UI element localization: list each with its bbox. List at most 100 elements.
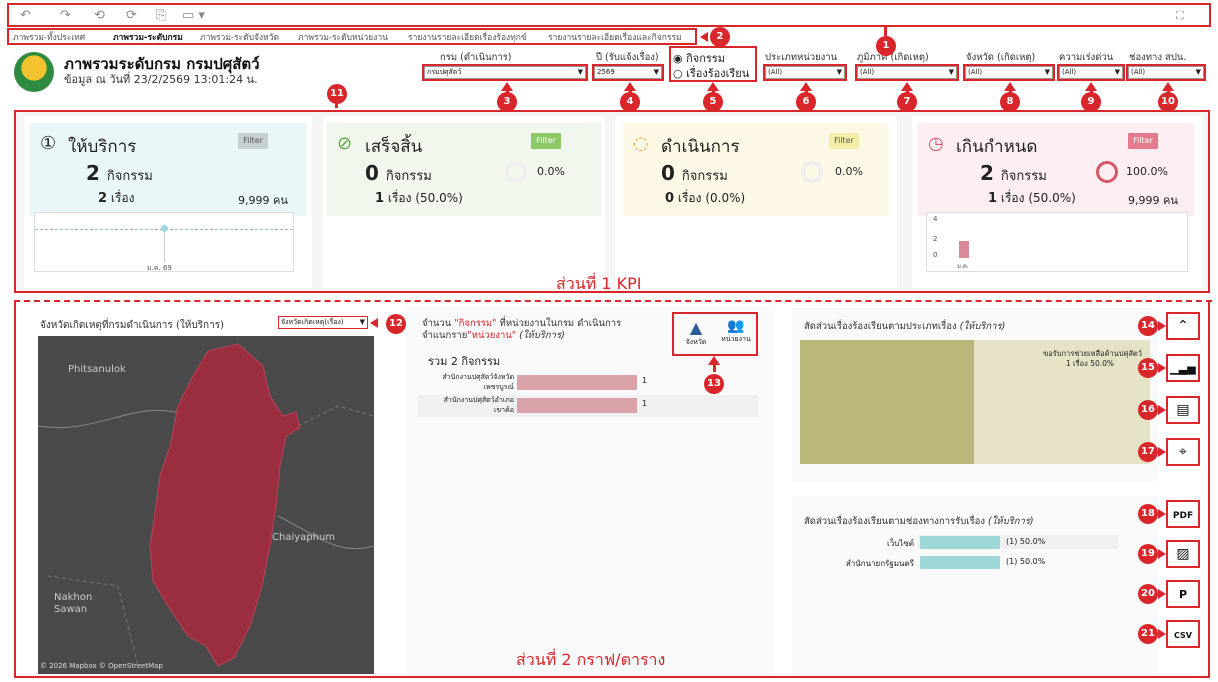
redo-icon[interactable]: ↷ [60,8,71,23]
fullscreen-icon[interactable]: ⛶ [1176,9,1184,23]
dept-filter-label: กรม (ดำเนินการ) [440,52,512,63]
units-title-part1: จำนวน [422,318,455,329]
tab-activity-report[interactable]: รายงานรายละเอียดเรื่องและกิจกรรม [548,30,682,44]
year-filter-label: ปี (รับแจ้งเรื่อง) [596,52,659,63]
arrow-14 [1158,321,1166,331]
kpi-overdue-filter-button[interactable]: Filter [1128,133,1158,149]
kpi-overdue-count-value: 2 [980,161,994,185]
undo-icon[interactable]: ↶ [20,8,31,23]
kpi-done-count-value: 0 [365,161,379,185]
kpi-overdue-stories-pct: (50.0%) [1028,191,1076,205]
csv-export-button[interactable]: CSV [1166,620,1200,648]
kpi-progress-stories: 0 เรื่อง (0.0%) [665,189,745,208]
tab-complaint-report[interactable]: รายงานรายละเอียดเรื่องร้องทุกข์ [408,30,527,44]
location-list-button[interactable]: ⌖ [1166,438,1200,466]
revert-icon[interactable]: ⟲ [94,8,105,23]
kpi-service-filter-button[interactable]: Filter [238,133,268,149]
sparkline-axis-label: ม.ค. 69 [147,264,172,272]
more-icon[interactable]: ▭ ▾ [182,8,205,23]
badge-15: 15 [1138,358,1158,378]
badge-16: 16 [1138,400,1158,420]
collapse-button[interactable]: ⌃ [1166,312,1200,340]
check-circle-icon: ⊘ [337,133,353,154]
kpi-progress-pct: 0.0% [835,165,863,178]
province-toggle-label: จังหวัด [685,338,707,346]
kpi-progress-filter-button[interactable]: Filter [829,133,859,149]
kpi-service-count-value: 2 [86,161,100,185]
channel-highlight [1126,64,1206,81]
minichart-x-label: ม.ค. [957,263,969,270]
map-label-chaiyaphum: Chaiyaphum [272,532,336,543]
province-toggle-button[interactable]: ▲ จังหวัด [678,318,714,348]
kpi-done-filter-button[interactable]: Filter [531,133,561,149]
tab-unit[interactable]: ภาพรวม-ระดับหน่วยงาน [298,30,388,44]
kpi-done-stories-pct: (50.0%) [415,191,463,205]
units-row-1-label-line2: เพชรบูรณ์ [483,383,514,391]
kpi-service-count: 2 กิจกรรม [86,161,153,186]
type-chart-title-text: สัดส่วนเรื่องร้องเรียนตามประเภทเรื่อง [804,321,957,332]
units-row-1-label-line1: สำนักงานปศุสัตว์จังหวัด [442,373,514,381]
badge-8: 8 [1000,92,1020,112]
arrow-21 [1158,629,1166,639]
channel-bar-2[interactable] [920,556,1000,569]
badge-7: 7 [897,92,917,112]
map-border-1 [47,575,139,667]
units-bar-1[interactable] [517,375,637,390]
province-list-button[interactable]: ▤ [1166,396,1200,424]
badge-19: 19 [1138,544,1158,564]
map-canvas[interactable]: Phitsanulok Chaiyaphum Nakhon Sawan © 20… [38,336,374,674]
minichart-tick-0: 0 [933,251,938,259]
arrow-16 [1158,405,1166,415]
treemap-cell-olive[interactable] [800,340,974,464]
tab-province[interactable]: ภาพรวม-ระดับจังหวัด [200,30,279,44]
province-highlight [963,64,1055,81]
units-row-2-label-line1: สำนักงานปศุสัตว์อำเภอ [443,396,514,404]
kpi-progress-ring [801,161,823,183]
map-label-nakhon: Nakhon [54,592,93,603]
kpi-done-title: เสร็จสิ้น [365,137,423,157]
kpi-done-stories: 1 เรื่อง (50.0%) [375,189,463,208]
section2-label: ส่วนที่ 2 กราฟ/ตาราง [516,650,666,669]
region-highlight [855,64,959,81]
tab-country[interactable]: ภาพรวม-ทั้งประเทศ [13,30,85,44]
badge-21: 21 [1138,624,1158,644]
province-map [38,343,374,667]
pause-icon[interactable]: ⎘ [156,8,166,23]
treemap-cell-beige[interactable]: ขอรับการช่วยเหลือด้านปศุสัตว์ 1 เรื่อง 5… [974,340,1150,464]
badge-1: 1 [876,36,896,56]
kpi-done-stories-value: 1 [375,191,385,206]
pdf-export-button[interactable]: PDF [1166,500,1200,528]
units-bar-2[interactable] [517,398,637,413]
map-metric-select[interactable]: จังหวัดเกิดเหตุ(เรื่อง) ▼ [278,316,368,329]
image-icon: ▨ [1176,546,1190,562]
powerpoint-export-button[interactable]: P [1166,580,1200,608]
bar-chart-button[interactable]: ▁▃▅ [1166,354,1200,382]
badge-11: 11 [327,84,347,104]
sparkline-point [161,225,168,232]
province-shape-phetchabun[interactable] [149,343,301,667]
badge-4: 4 [620,92,640,112]
badge-18: 18 [1138,504,1158,524]
image-export-button[interactable]: ▨ [1166,540,1200,568]
channel-bar-1[interactable] [920,536,1000,549]
arrow-2 [700,32,708,42]
channel-chart-title-text: สัดส่วนเรื่องร้องเรียนตามช่องทางการรับเร… [804,516,985,527]
refresh-icon[interactable]: ⟳ [126,8,137,23]
tab-department[interactable]: ภาพรวม-ระดับกรม [113,30,183,44]
kpi-done-stories-unit: เรื่อง [387,191,412,205]
kpi-progress-count: 0 กิจกรรม [661,161,728,186]
channel-row-1-label: เว็บไซต์ [887,539,914,548]
kpi-done-ring [505,161,527,183]
units-bar-2-value: 1 [642,399,648,408]
unit-toggle-button[interactable]: 👥 หน่วยงาน [716,318,756,345]
radio-complaint[interactable]: ○ เรื่องร้องเรียน [673,64,749,82]
stem-1 [884,26,887,36]
kpi-overdue-count: 2 กิจกรรม [980,161,1047,186]
kpi-overdue-people: 9,999 คน [1128,194,1178,207]
kpi-done-unit: กิจกรรม [385,169,432,184]
map-credit: © 2026 Mapbox © OpenStreetMap [40,662,163,670]
badge-6: 6 [796,92,816,112]
channel-bar-1-value: (1) 50.0% [1006,537,1046,546]
kpi-overdue-stories-unit: เรื่อง [1000,191,1025,205]
kpi-done-header: ⊘ เสร็จสิ้น Filter 0 กิจกรรม 0.0% 1 เรื่… [327,123,601,216]
